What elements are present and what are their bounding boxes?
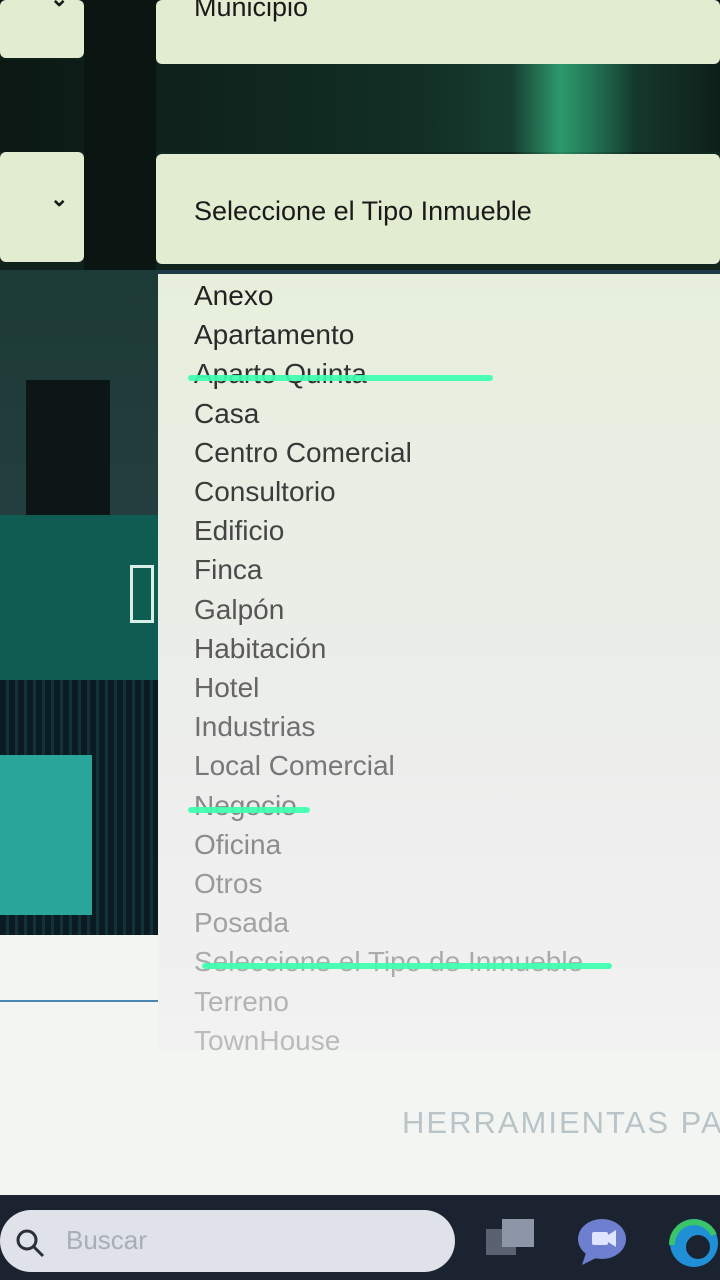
dropdown-option[interactable]: Habitación: [194, 633, 326, 665]
dropdown-option[interactable]: Apartamento: [194, 319, 354, 351]
dropdown-option[interactable]: Centro Comercial: [194, 437, 412, 469]
municipio-label: Municipio: [194, 0, 309, 22]
background-divider: [84, 0, 156, 270]
dropdown-option[interactable]: Industrias: [194, 711, 315, 743]
banner-heading: HERRAMIENTAS PA: [402, 1105, 720, 1140]
background-glow: [512, 62, 632, 154]
strikethrough-mark: [202, 963, 612, 970]
dropdown-option[interactable]: Negocio: [194, 790, 297, 822]
municipio-select[interactable]: Municipio: [156, 0, 720, 64]
building-silhouette: [26, 380, 110, 515]
dropdown-option[interactable]: Casa: [194, 398, 259, 430]
filter-select-second[interactable]: ⌄: [0, 152, 84, 262]
chevron-down-icon: ⌄: [50, 0, 68, 12]
tipo-inmueble-select[interactable]: Seleccione el Tipo Inmueble: [156, 154, 720, 264]
dropdown-option[interactable]: Consultorio: [194, 476, 336, 508]
search-icon: [16, 1229, 45, 1258]
dropdown-option[interactable]: Anexo: [194, 280, 273, 312]
dropdown-option[interactable]: Oficina: [194, 829, 281, 861]
edge-icon[interactable]: [664, 1215, 720, 1271]
dropdown-option[interactable]: Posada: [194, 907, 289, 939]
dropdown-option[interactable]: Otros: [194, 868, 262, 900]
dropdown-option[interactable]: Edificio: [194, 515, 284, 547]
dropdown-option[interactable]: Terreno: [194, 986, 289, 1018]
dropdown-option[interactable]: Aparto Quinta: [194, 358, 367, 390]
tipo-inmueble-dropdown[interactable]: Anexo Apartamento Aparto Quinta Casa Centro …: [158, 270, 720, 1056]
dropdown-option[interactable]: Local Comercial: [194, 750, 395, 782]
chat-icon[interactable]: [574, 1215, 630, 1267]
search-placeholder: Buscar: [66, 1225, 147, 1255]
task-view-icon[interactable]: [482, 1215, 538, 1265]
divider-line: [0, 1000, 160, 1002]
filter-select-top[interactable]: ⌄: [0, 0, 84, 58]
dropdown-option[interactable]: TownHouse: [194, 1025, 340, 1057]
chevron-down-icon: ⌄: [50, 186, 69, 211]
door-icon: [130, 565, 154, 623]
dropdown-option[interactable]: Galpón: [194, 594, 284, 626]
tipo-inmueble-label: Seleccione el Tipo Inmueble: [194, 196, 532, 226]
dropdown-option[interactable]: Seleccione el Tipo de Inmueble: [194, 946, 583, 978]
strikethrough-mark: [188, 806, 310, 813]
strikethrough-mark: [188, 375, 493, 382]
teal-panel: [0, 755, 92, 915]
dropdown-option[interactable]: Hotel: [194, 672, 259, 704]
dropdown-option[interactable]: Finca: [194, 554, 262, 586]
